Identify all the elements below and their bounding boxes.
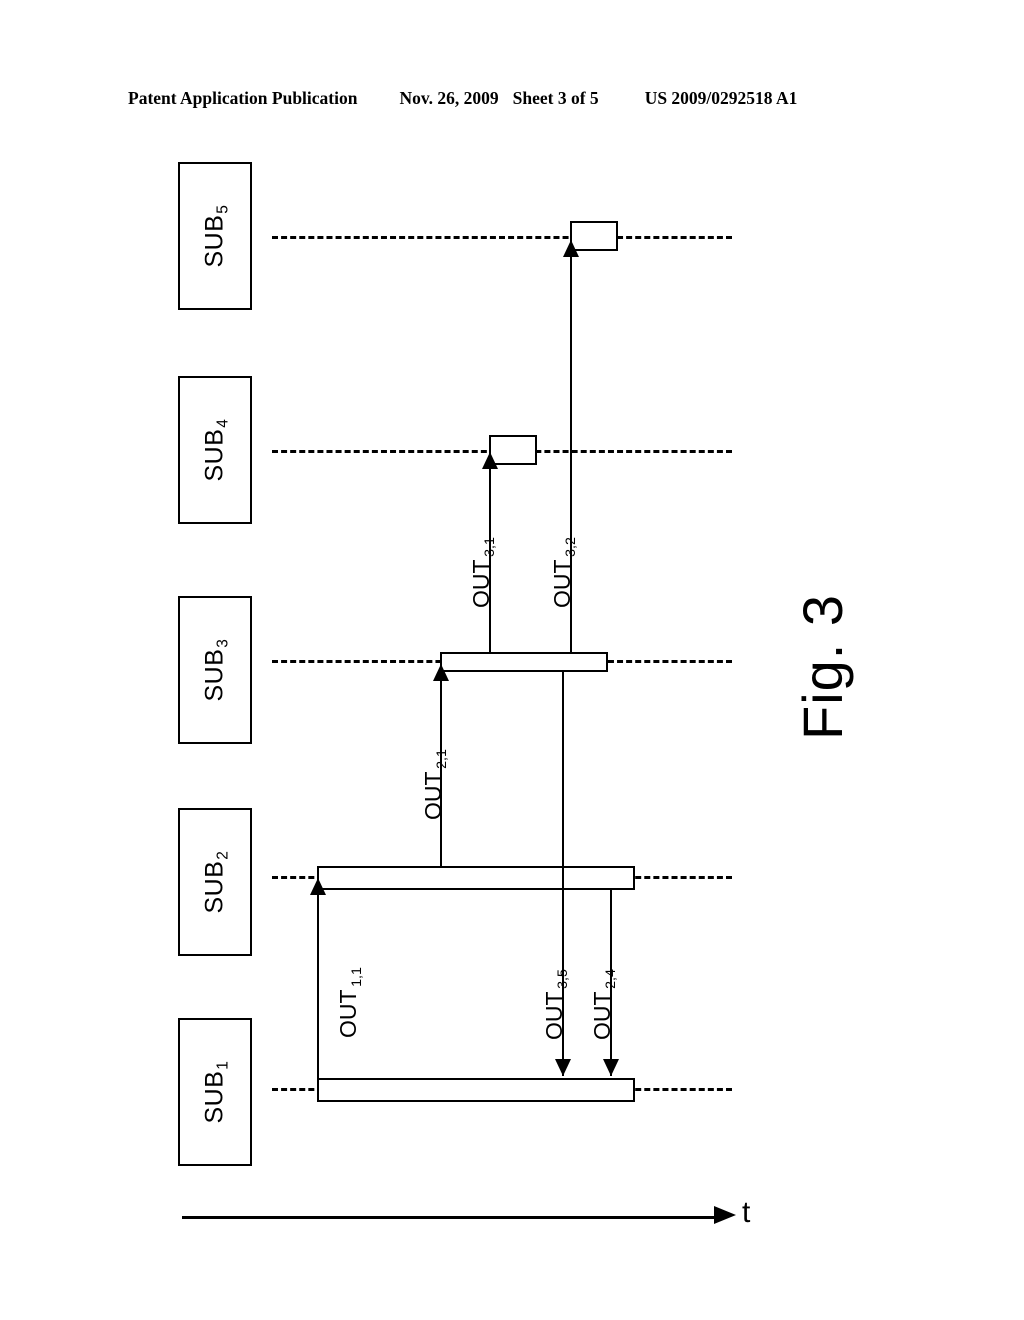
actor-label-sub2: SUB2 bbox=[200, 850, 232, 914]
message-label-out-3-5: OUT3,5 bbox=[541, 969, 571, 1040]
activation-bar-sub2 bbox=[317, 866, 635, 890]
message-arrowhead-out-1-1 bbox=[310, 878, 326, 895]
activation-bar-sub1 bbox=[317, 1078, 635, 1102]
actor-box-sub4: SUB4 bbox=[178, 376, 252, 524]
actor-label-sub3: SUB3 bbox=[200, 638, 232, 702]
message-arrowhead-out-2-1 bbox=[433, 664, 449, 681]
message-label-out-3-1: OUT3,1 bbox=[468, 537, 498, 608]
message-arrowhead-out-3-1 bbox=[482, 452, 498, 469]
time-axis-label: t bbox=[742, 1196, 751, 1229]
message-label-out-1-1: OUT1,1 bbox=[335, 967, 365, 1038]
actor-box-sub1: SUB1 bbox=[178, 1018, 252, 1166]
activation-bar-sub3 bbox=[440, 652, 608, 672]
message-label-out-2-4: OUT2,4 bbox=[589, 969, 619, 1040]
message-label-out-3-2: OUT3,2 bbox=[549, 537, 579, 608]
time-axis-line bbox=[182, 1216, 716, 1219]
message-label-out-2-1: OUT2,1 bbox=[420, 749, 450, 820]
message-arrowhead-out-3-2 bbox=[563, 240, 579, 257]
actor-box-sub2: SUB2 bbox=[178, 808, 252, 956]
actor-box-sub3: SUB3 bbox=[178, 596, 252, 744]
lifeline-sub5 bbox=[272, 236, 732, 239]
message-shaft-out-1-1 bbox=[317, 878, 319, 1080]
actor-label-sub5: SUB5 bbox=[200, 204, 232, 268]
actor-label-sub1: SUB1 bbox=[200, 1060, 232, 1124]
message-arrowhead-out-3-5 bbox=[555, 1059, 571, 1076]
figure-caption: Fig. 3 bbox=[791, 593, 854, 740]
message-arrowhead-out-2-4 bbox=[603, 1059, 619, 1076]
time-axis-arrowhead-icon bbox=[714, 1206, 736, 1224]
sequence-diagram-figure: SUB5 SUB4 SUB3 SUB2 SUB1 OUT1,1 OUT2,1 O… bbox=[0, 0, 1024, 1320]
actor-box-sub5: SUB5 bbox=[178, 162, 252, 310]
actor-label-sub4: SUB4 bbox=[200, 418, 232, 482]
